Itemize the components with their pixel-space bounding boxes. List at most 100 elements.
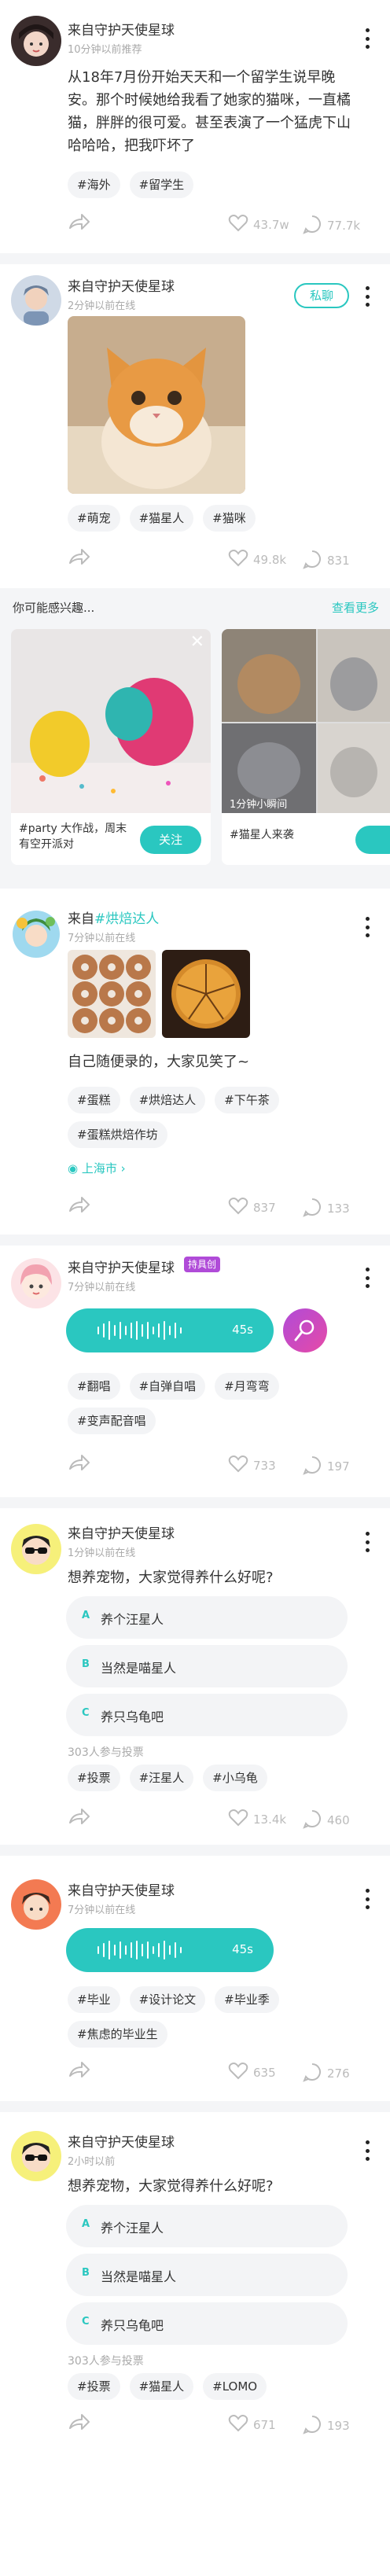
vote-count: 303人参与投票 [68,1746,144,1759]
share-icon[interactable] [68,2412,91,2434]
comment-count: 460 [327,1813,350,1827]
more-icon[interactable] [365,917,370,937]
private-chat-button[interactable]: 私聊 [294,283,349,308]
comment-count: 133 [327,1202,350,1216]
tag[interactable]: #蛋糕烘焙作坊 [68,1121,167,1148]
share-icon[interactable] [68,1807,91,1829]
divider [0,1845,390,1856]
poll-option-a[interactable]: A 养个汪星人 [66,1596,348,1639]
tag[interactable]: #毕业 [68,1986,120,2013]
voice-player[interactable]: 45s [66,1928,274,1972]
recommend-card[interactable]: ✕ #party 大作战，周末有空开派对 关注 [11,629,211,865]
tag[interactable]: #投票 [68,1765,120,1791]
mic-icon [283,1319,327,1356]
tag[interactable]: #留学生 [129,171,194,198]
share-icon[interactable] [68,212,91,234]
post-time: 7分钟以前在线 [68,1904,136,1916]
avatar[interactable] [11,1258,61,1308]
tag[interactable]: #下午茶 [215,1087,279,1113]
comment-button[interactable]: 77.7k [302,214,360,237]
avatar[interactable] [11,1879,61,1930]
comment-icon [302,549,322,572]
like-count: 635 [253,2066,276,2080]
tag[interactable]: #翻唱 [68,1373,120,1400]
cat-photo[interactable] [68,316,245,494]
avatar[interactable] [11,909,61,959]
poll-option-a[interactable]: A 养个汪星人 [66,2205,348,2247]
share-icon[interactable] [68,547,91,569]
avatar[interactable] [11,16,61,66]
more-icon[interactable] [365,286,370,307]
tag[interactable]: #萌宠 [68,505,120,532]
tag[interactable]: #自弹自唱 [129,1373,206,1400]
voice-player[interactable]: 45s [66,1308,274,1352]
like-button[interactable]: 49.8k [228,549,286,571]
share-icon[interactable] [68,1453,91,1475]
tag[interactable]: #毕业季 [215,1986,279,2013]
like-button[interactable]: 733 [228,1455,276,1477]
share-icon[interactable] [68,2060,91,2082]
username[interactable]: 来自守护天使星球 [68,1522,175,1542]
see-more-link[interactable]: 查看更多 [332,599,379,616]
tag[interactable]: #小乌龟 [203,1765,267,1791]
comment-button[interactable]: 193 [302,2414,350,2438]
tag[interactable]: #猫星人 [129,505,194,532]
username[interactable]: 来自守护天使星球 [68,19,175,39]
recommend-card[interactable]: 1分钟小瞬间 #猫星人来袭 [222,629,390,865]
username[interactable]: 来自守护天使星球 [68,1257,175,1276]
more-icon[interactable] [365,2140,370,2161]
poll-option-c[interactable]: C 养只乌龟吧 [66,1694,348,1736]
username[interactable]: 来自守护天使星球 [68,2131,175,2151]
comment-count: 193 [327,2419,350,2433]
comment-button[interactable]: 133 [302,1197,350,1220]
username[interactable]: 来自#烘焙达人 [68,907,159,927]
tag[interactable]: #猫星人 [129,2373,194,2400]
comment-button[interactable]: 831 [302,549,350,572]
tag[interactable]: #月弯弯 [215,1373,279,1400]
share-icon[interactable] [68,1195,91,1217]
comment-button[interactable]: 197 [302,1455,350,1478]
comment-button[interactable]: 276 [302,2062,350,2085]
more-icon[interactable] [365,28,370,49]
avatar[interactable] [11,2131,61,2181]
more-icon[interactable] [365,1268,370,1288]
like-button[interactable]: 671 [228,2414,276,2436]
action-bar: 837 133 [0,1195,390,1222]
tag[interactable]: #变声配音唱 [68,1408,156,1434]
follow-button[interactable]: 关注 [140,826,201,854]
location-link[interactable]: ◉ 上海市 › [68,1160,126,1176]
more-icon[interactable] [365,1532,370,1552]
sing-along-button[interactable] [283,1308,327,1352]
avatar[interactable] [11,1524,61,1574]
avatar[interactable] [11,275,61,326]
tag[interactable]: #烘焙达人 [129,1087,206,1113]
like-button[interactable]: 13.4k [228,1809,286,1831]
tag[interactable]: #焦虑的毕业生 [68,2021,167,2048]
comment-count: 276 [327,2066,350,2081]
like-button[interactable]: 43.7w [228,214,289,236]
comment-button[interactable]: 460 [302,1809,350,1832]
poll-option-c[interactable]: C 养只乌龟吧 [66,2302,348,2345]
tag[interactable]: #汪星人 [129,1765,194,1791]
pie-photo[interactable] [162,950,250,1038]
post-3: 来自#烘焙达人 7分钟以前在线 自己随便录的，大家见笑了~ #蛋糕 #烘焙达人 … [0,889,390,1235]
more-icon[interactable] [365,1889,370,1909]
comment-count: 77.7k [327,219,361,233]
tag[interactable]: #猫咪 [203,505,256,532]
tag[interactable]: #设计论文 [129,1986,206,2013]
poll-option-b[interactable]: B 当然是喵星人 [66,1645,348,1687]
tag[interactable]: #LOMO [203,2373,267,2400]
like-button[interactable]: 837 [228,1197,276,1219]
username[interactable]: 来自守护天使星球 [68,1879,175,1899]
follow-button[interactable] [355,826,390,854]
donut-photo[interactable] [68,950,156,1038]
post-time: 2小时以前 [68,2156,116,2168]
tag[interactable]: #投票 [68,2373,120,2400]
post-5: 来自守护天使星球 1分钟以前在线 想养宠物，大家觉得养什么好呢? A 养个汪星人 … [0,1508,390,1807]
tag[interactable]: #海外 [68,171,120,198]
poll-option-b[interactable]: B 当然是喵星人 [66,2254,348,2296]
close-icon[interactable]: ✕ [190,632,204,652]
username[interactable]: 来自守护天使星球 [68,275,175,295]
like-button[interactable]: 635 [228,2062,276,2084]
tag[interactable]: #蛋糕 [68,1087,120,1113]
